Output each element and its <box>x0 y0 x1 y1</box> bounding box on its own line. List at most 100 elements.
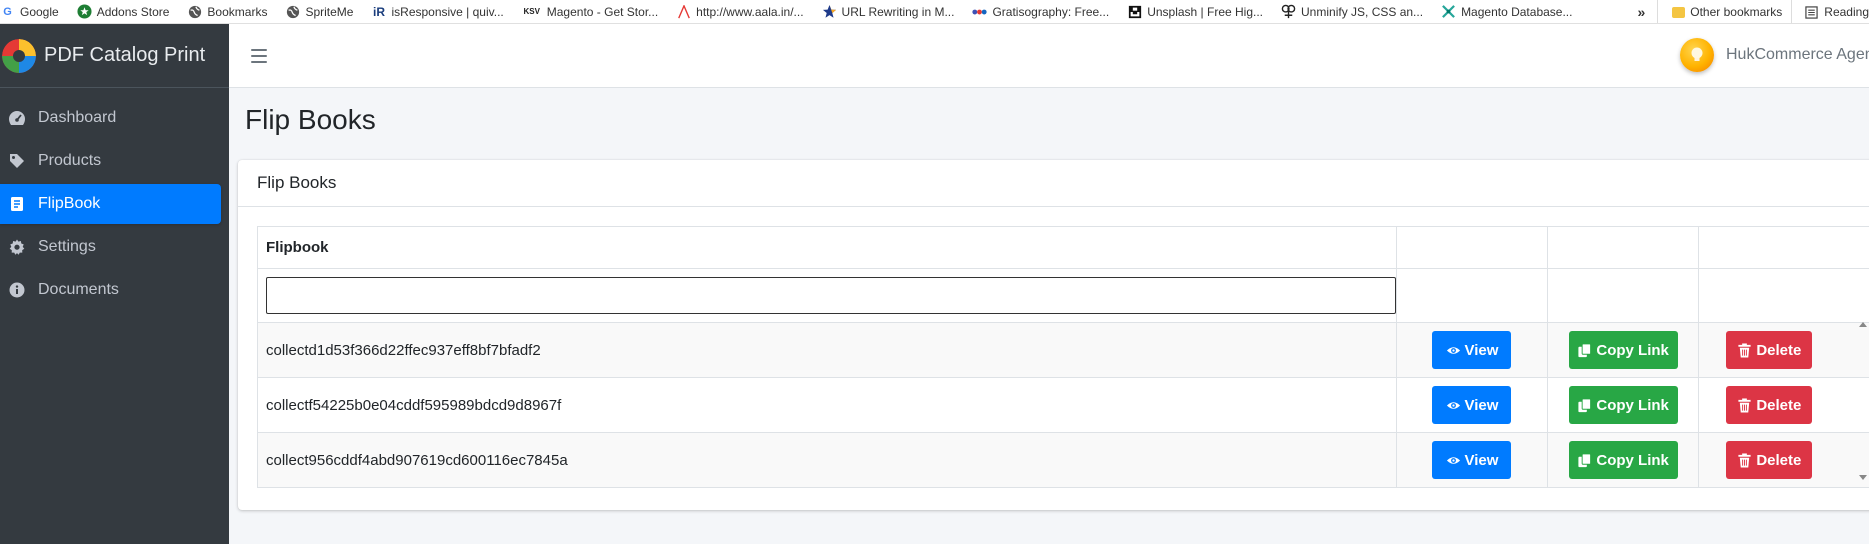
view-cell: View <box>1396 432 1548 488</box>
bookmark-google[interactable]: G Google <box>0 0 68 23</box>
copy-label: Copy Link <box>1596 451 1669 469</box>
delete-label: Delete <box>1756 451 1802 469</box>
bookmark-magento-store[interactable]: KSV Magento - Get Stor... <box>513 0 667 23</box>
column-header-view <box>1396 226 1548 269</box>
bookmark-url-rewriting[interactable]: URL Rewriting in M... <box>813 0 964 23</box>
copy-link-button[interactable]: Copy Link <box>1568 386 1678 424</box>
other-bookmarks-folder[interactable]: Other bookmarks <box>1657 0 1791 23</box>
reading-list[interactable]: Reading <box>1791 0 1869 23</box>
table-header-row: Flipbook <box>257 226 1869 269</box>
copy-icon <box>1578 342 1592 357</box>
view-button[interactable]: View <box>1432 386 1512 424</box>
bookmark-aala[interactable]: http://www.aala.in/... <box>667 0 812 23</box>
addons-icon <box>77 4 92 19</box>
table-row: collectf54225b0e04cddf595989bdcd9d8967f V… <box>257 377 1869 433</box>
dots-icon <box>972 4 988 19</box>
flipbook-name: collectd1d53f366d22ffec937eff8bf7bfadf2 <box>257 322 1397 378</box>
delete-button[interactable]: Delete <box>1726 331 1813 369</box>
flipbook-name: collect956cddf4abd907619cd600116ec7845a <box>257 432 1397 488</box>
trash-icon <box>1738 342 1751 358</box>
copy-link-button[interactable]: Copy Link <box>1568 441 1678 479</box>
copy-icon <box>1578 397 1592 412</box>
brand-text: PDF Catalog Print <box>44 44 206 66</box>
sidebar-item-label: Dashboard <box>38 109 117 126</box>
folder-icon <box>1672 6 1686 18</box>
bookmark-unminify[interactable]: Unminify JS, CSS an... <box>1272 0 1432 23</box>
sidebar-item-documents[interactable]: Documents <box>0 270 221 310</box>
view-button[interactable]: View <box>1432 441 1512 479</box>
filter-row <box>257 268 1869 323</box>
view-label: View <box>1464 396 1499 414</box>
copy-label: Copy Link <box>1596 341 1669 359</box>
bookmarks-bar: G Google Addons Store Bookmarks SpriteMe… <box>0 0 1869 24</box>
delete-label: Delete <box>1756 396 1802 414</box>
top-navbar: HukCommerce Agency <box>229 24 1869 88</box>
trash-icon <box>1738 452 1751 468</box>
eye-icon <box>1446 346 1460 354</box>
copy-icon <box>1578 452 1592 467</box>
copy-cell: Copy Link <box>1546 377 1700 433</box>
sidebar: PDF Catalog Print Dashboard Products Fli… <box>0 24 229 544</box>
sidebar-item-dashboard[interactable]: Dashboard <box>0 98 221 138</box>
ir-icon: iR <box>372 4 385 19</box>
google-icon: G <box>3 5 12 18</box>
unminify-icon <box>1281 4 1296 19</box>
column-header-copy <box>1546 226 1700 269</box>
bookmark-gratisography[interactable]: Gratisography: Free... <box>963 0 1118 23</box>
scroll-up-arrow-icon[interactable] <box>1859 322 1867 327</box>
column-header-flipbook[interactable]: Flipbook <box>257 226 1397 269</box>
gear-icon <box>6 236 28 258</box>
view-cell: View <box>1396 377 1548 433</box>
ksv-icon: KSV <box>523 7 540 16</box>
view-cell: View <box>1396 322 1548 378</box>
eye-icon <box>1446 401 1460 409</box>
delete-button[interactable]: Delete <box>1726 386 1813 424</box>
sidebar-item-settings[interactable]: Settings <box>0 227 221 267</box>
copy-link-button[interactable]: Copy Link <box>1568 331 1678 369</box>
unsplash-icon <box>1127 4 1142 19</box>
brand-link[interactable]: PDF Catalog Print <box>0 24 229 88</box>
dashboard-icon <box>6 107 28 129</box>
flipbooks-table-wrap: Flipbook collectd1d53f366d22ffec937eff8b… <box>257 226 1869 488</box>
delete-button[interactable]: Delete <box>1726 441 1813 479</box>
delete-cell: Delete <box>1698 432 1869 488</box>
filter-cell <box>257 268 1397 323</box>
bookmark-magento-database[interactable]: Magento Database... <box>1432 0 1581 23</box>
copy-cell: Copy Link <box>1546 322 1700 378</box>
user-name: HukCommerce Agency <box>1726 46 1869 63</box>
lightbulb-icon <box>1691 47 1703 61</box>
sidebar-item-label: FlipBook <box>38 195 101 212</box>
table-scrollbar[interactable] <box>1857 322 1869 482</box>
hamburger-menu-icon[interactable] <box>251 49 267 63</box>
user-avatar <box>1680 38 1714 72</box>
globe-icon <box>285 4 300 19</box>
sidebar-item-products[interactable]: Products <box>0 141 221 181</box>
sidebar-item-label: Documents <box>38 281 119 298</box>
tag-icon <box>6 150 28 172</box>
table-row: collectd1d53f366d22ffec937eff8bf7bfadf2 V… <box>257 322 1869 378</box>
star-icon <box>822 4 837 19</box>
bookmark-spriteme[interactable]: SpriteMe <box>276 0 362 23</box>
bookmark-bookmarks[interactable]: Bookmarks <box>178 0 276 23</box>
bookmarks-overflow-button[interactable]: » <box>1625 0 1657 23</box>
delete-cell: Delete <box>1698 377 1869 433</box>
flipbook-name: collectf54225b0e04cddf595989bdcd9d8967f <box>257 377 1397 433</box>
view-button[interactable]: View <box>1432 331 1512 369</box>
globe-icon <box>187 4 202 19</box>
bookmark-unsplash[interactable]: Unsplash | Free Hig... <box>1118 0 1272 23</box>
page-title: Flip Books <box>245 104 376 135</box>
table-body: collectd1d53f366d22ffec937eff8bf7bfadf2 V… <box>257 322 1869 488</box>
brand-logo-icon <box>2 38 36 73</box>
aala-icon <box>676 4 691 19</box>
delete-label: Delete <box>1756 341 1802 359</box>
sidebar-item-flipbook[interactable]: FlipBook <box>0 184 221 224</box>
scroll-down-arrow-icon[interactable] <box>1859 475 1867 480</box>
user-menu[interactable]: HukCommerce Agency <box>1680 38 1869 72</box>
bookmark-addons-store[interactable]: Addons Store <box>68 0 179 23</box>
book-icon <box>6 193 28 215</box>
info-icon <box>6 279 28 301</box>
bookmarks-right: » Other bookmarks Reading <box>1625 0 1869 23</box>
bookmark-isresponsive[interactable]: iR isResponsive | quiv... <box>362 0 512 23</box>
flipbook-filter-input[interactable] <box>266 277 1396 314</box>
delete-cell: Delete <box>1698 322 1869 378</box>
